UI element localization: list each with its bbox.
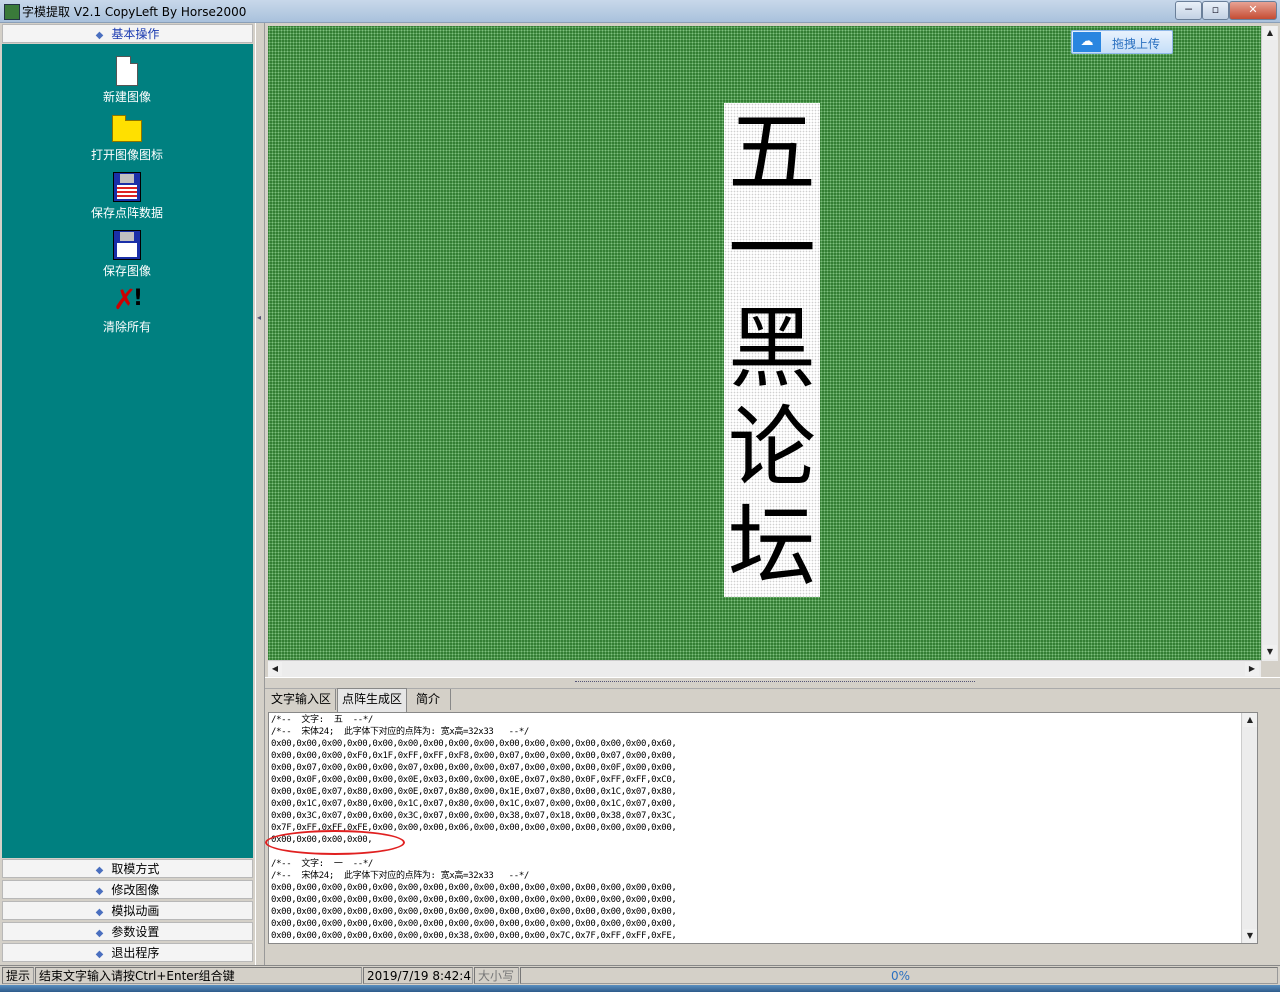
- cloud-icon: ☁: [1073, 32, 1101, 52]
- group-label: 模拟动画: [111, 904, 160, 918]
- save-image-tool[interactable]: 保存图像: [72, 230, 182, 279]
- maximize-button[interactable]: ▫: [1202, 1, 1229, 20]
- diamond-icon: ◆: [95, 865, 104, 876]
- status-message: 结束文字输入请按Ctrl+Enter组合键: [35, 967, 362, 984]
- tool-label: 保存图像: [102, 264, 151, 278]
- scroll-left-icon[interactable]: ◀: [268, 662, 282, 676]
- save-data-disk-icon: [113, 172, 141, 202]
- diamond-icon: ◆: [95, 30, 104, 41]
- glyph: 坛: [727, 495, 816, 598]
- canvas-horizontal-scrollbar[interactable]: ◀ ▶: [268, 660, 1261, 677]
- tool-label: 新建图像: [102, 90, 151, 104]
- glyph: 一: [727, 198, 816, 301]
- scroll-up-icon[interactable]: ▲: [1243, 713, 1257, 727]
- clear-all-tool[interactable]: ✗! 清除所有: [72, 283, 182, 335]
- glyph: 黑: [727, 297, 816, 400]
- status-progress: 0%: [520, 967, 1278, 984]
- vertical-splitter[interactable]: ◂: [255, 23, 265, 965]
- tab-matrix-output[interactable]: 点阵生成区: [337, 688, 408, 712]
- splitter-arrow-icon: ◂: [257, 313, 262, 322]
- diamond-icon: ◆: [95, 907, 104, 918]
- group-label: 取模方式: [111, 862, 160, 876]
- group-label: 退出程序: [111, 946, 160, 960]
- dot-matrix-canvas[interactable]: 五 一 黑 论 坛 ☁ 拖拽上传: [268, 26, 1261, 661]
- scroll-right-icon[interactable]: ▶: [1245, 662, 1259, 676]
- horizontal-splitter[interactable]: [265, 677, 1280, 689]
- diamond-icon: ◆: [95, 928, 104, 939]
- canvas-vertical-scrollbar[interactable]: ▲ ▼: [1261, 26, 1278, 661]
- group-animation[interactable]: ◆ 模拟动画: [2, 901, 253, 920]
- status-label: 提示: [2, 967, 34, 984]
- group-edit-image[interactable]: ◆ 修改图像: [2, 880, 253, 899]
- group-label: 修改图像: [111, 883, 160, 897]
- new-image-tool[interactable]: 新建图像: [72, 56, 182, 105]
- tool-area: 新建图像 打开图像图标 保存点阵数据 保存图像 ✗! 清除所有: [2, 44, 253, 858]
- matrix-output-text: /*-- 文字: 五 --*/ /*-- 宋体24; 此字体下对应的点阵为: 宽…: [271, 715, 677, 941]
- status-datetime: 2019/7/19 8:42:45: [363, 967, 473, 984]
- red-highlight-circle: [265, 830, 405, 855]
- open-image-tool[interactable]: 打开图像图标: [72, 114, 182, 163]
- scroll-down-icon[interactable]: ▼: [1263, 645, 1277, 659]
- glyph-column: 五 一 黑 论 坛: [724, 103, 820, 597]
- scroll-down-icon[interactable]: ▼: [1243, 929, 1257, 943]
- app-icon: [4, 4, 20, 20]
- group-mode[interactable]: ◆ 取模方式: [2, 859, 253, 878]
- glyph: 五: [727, 101, 816, 204]
- tool-label: 打开图像图标: [90, 148, 163, 162]
- output-vertical-scrollbar[interactable]: ▲ ▼: [1241, 713, 1257, 943]
- tool-label: 清除所有: [102, 320, 151, 334]
- group-label: 参数设置: [111, 925, 160, 939]
- group-settings[interactable]: ◆ 参数设置: [2, 922, 253, 941]
- minimize-button[interactable]: ─: [1175, 1, 1202, 20]
- save-image-disk-icon: [113, 230, 141, 260]
- canvas-area: 五 一 黑 论 坛 ☁ 拖拽上传 ▲ ▼ ◀ ▶: [265, 23, 1280, 677]
- open-folder-icon: [112, 115, 142, 142]
- title-bar: 字模提取 V2.1 CopyLeft By Horse2000 ─ ▫ ✕: [0, 0, 1280, 23]
- status-caps: 大小写: [474, 967, 519, 984]
- clear-all-icon: ✗!: [113, 283, 144, 316]
- left-panel: ◆ 基本操作 新建图像 打开图像图标 保存点阵数据 保存图像 ✗! 清除所有 ◆ 取…: [0, 23, 255, 965]
- tab-intro[interactable]: 简介: [412, 689, 451, 710]
- glyph: 论: [727, 396, 816, 499]
- group-label: 基本操作: [111, 27, 160, 41]
- group-basic-ops[interactable]: ◆ 基本操作: [2, 24, 253, 43]
- drag-upload-button[interactable]: ☁ 拖拽上传: [1071, 30, 1173, 54]
- close-button[interactable]: ✕: [1229, 1, 1277, 20]
- window-title: 字模提取 V2.1 CopyLeft By Horse2000: [22, 5, 247, 19]
- diamond-icon: ◆: [95, 949, 104, 960]
- tool-label: 保存点阵数据: [90, 206, 163, 220]
- diamond-icon: ◆: [95, 886, 104, 897]
- os-taskbar: [0, 985, 1280, 992]
- scroll-up-icon[interactable]: ▲: [1263, 26, 1277, 40]
- matrix-output-textarea[interactable]: /*-- 文字: 五 --*/ /*-- 宋体24; 此字体下对应的点阵为: 宽…: [268, 712, 1258, 944]
- status-bar: 提示 结束文字输入请按Ctrl+Enter组合键 2019/7/19 8:42:…: [0, 965, 1280, 986]
- new-document-icon: [116, 56, 138, 86]
- group-exit[interactable]: ◆ 退出程序: [2, 943, 253, 962]
- tab-text-input[interactable]: 文字输入区: [267, 689, 337, 710]
- upload-label: 拖拽上传: [1112, 37, 1161, 51]
- save-data-tool[interactable]: 保存点阵数据: [72, 172, 182, 221]
